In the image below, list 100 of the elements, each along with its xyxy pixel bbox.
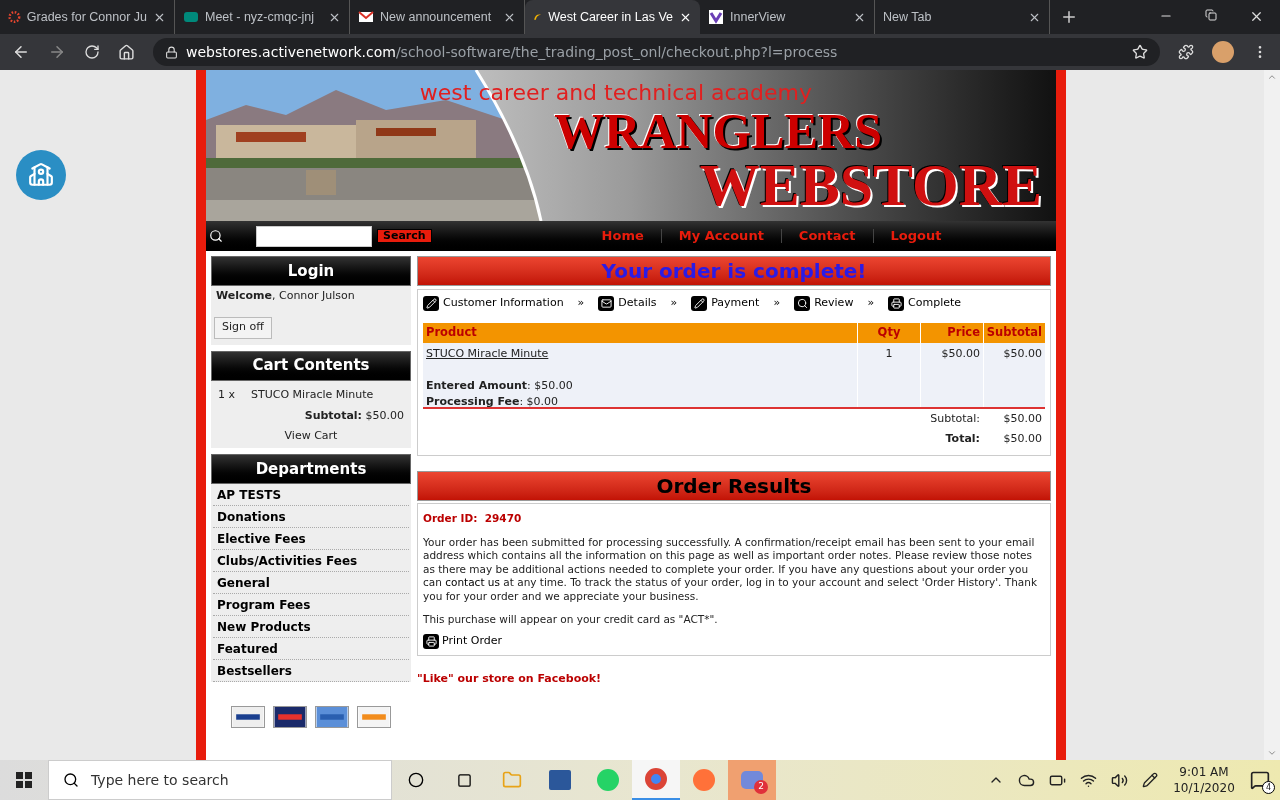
search-icon bbox=[209, 229, 223, 243]
product-link[interactable]: STUCO Miracle Minute bbox=[426, 346, 854, 363]
confirmation-text: Your order has been submitted for processing successfully. A confirmation/receipt email has been sent to your email address which contains all the information on this page as well as important order notes. Please review those notes as there may be additional actions needed to complete your order. If you have any questions about your order you can contact us at any time. To track the status of your order, log in to your account and select 'Order History'. Thank you for your order and we appreciate your business. bbox=[423, 535, 1039, 603]
tab-title: New announcement bbox=[380, 8, 493, 26]
pencil-icon bbox=[691, 295, 708, 311]
url-text: webstores.activenetwork.com/school-software/the_trading_post_onl/checkout.php?l=process bbox=[186, 42, 839, 62]
order-complete-heading: Your order is complete! bbox=[417, 256, 1051, 286]
facebook-link[interactable]: "Like" our store on Facebook! bbox=[417, 670, 1051, 687]
department-link[interactable]: Elective Fees bbox=[213, 528, 409, 550]
tab-title: InnerView bbox=[730, 8, 787, 26]
total-value: $50.00 bbox=[1002, 430, 1043, 447]
checkout-step: Payment bbox=[711, 294, 760, 312]
checkout-step: Customer Information bbox=[443, 294, 564, 312]
app-badge: 2 bbox=[754, 780, 768, 794]
volume-icon[interactable] bbox=[1111, 771, 1128, 789]
department-link[interactable]: General bbox=[213, 572, 409, 594]
total-label: Total: bbox=[944, 430, 981, 447]
product-detail: Processing Fee: $0.00 bbox=[426, 394, 560, 410]
printer-icon bbox=[888, 295, 905, 311]
school-app-icon[interactable] bbox=[16, 150, 66, 200]
search-icon bbox=[794, 295, 811, 311]
table-cell-text: $50.00 bbox=[941, 346, 980, 362]
column-header: Product bbox=[425, 324, 478, 342]
browser-tab[interactable]: West Career in Las Ve bbox=[525, 0, 700, 34]
forward-icon[interactable] bbox=[48, 43, 66, 61]
department-link[interactable]: Program Fees bbox=[213, 594, 409, 616]
order-results-heading: Order Results bbox=[417, 471, 1051, 501]
back-icon[interactable] bbox=[12, 43, 30, 61]
search-button[interactable]: Search bbox=[377, 229, 432, 243]
department-link[interactable]: Clubs/Activities Fees bbox=[213, 550, 409, 572]
welcome-text: Welcome, Connor Julson bbox=[216, 288, 355, 304]
task-view-icon[interactable] bbox=[456, 772, 472, 788]
tab-title: Grades for Connor Ju bbox=[26, 8, 147, 26]
clock-time[interactable]: 9:01 AM bbox=[1179, 764, 1229, 780]
tab-title: West Career in Las Ve bbox=[548, 8, 673, 26]
checkout-step: Review bbox=[814, 294, 854, 312]
video-icon bbox=[183, 9, 199, 25]
school-name: west career and technical academy bbox=[419, 80, 812, 106]
nav-link[interactable]: My Account bbox=[678, 226, 764, 246]
extensions-icon[interactable] bbox=[1178, 44, 1194, 60]
pen-icon[interactable] bbox=[1142, 772, 1158, 788]
printer-icon bbox=[423, 633, 439, 649]
browser-icon[interactable] bbox=[645, 768, 667, 790]
new-tab-icon[interactable] bbox=[1060, 8, 1078, 26]
home-icon[interactable] bbox=[118, 43, 135, 61]
nav-link[interactable]: Contact bbox=[798, 226, 856, 246]
clock-date[interactable]: 10/1/2020 bbox=[1173, 780, 1235, 796]
product-detail: Entered Amount: $50.00 bbox=[426, 377, 574, 394]
contact-link[interactable]: contact us bbox=[445, 576, 500, 588]
department-link[interactable]: Donations bbox=[213, 506, 409, 528]
star-icon[interactable] bbox=[1132, 44, 1148, 60]
taskbar-search-field[interactable]: Type here to search bbox=[48, 760, 392, 800]
total-value: $50.00 bbox=[1002, 410, 1043, 427]
credit-card-note: This purchase will appear on your credit card as "ACT*". bbox=[423, 613, 719, 627]
department-link[interactable]: Featured bbox=[213, 638, 409, 660]
pencil-icon bbox=[423, 295, 439, 311]
mastercard-icon bbox=[273, 706, 307, 728]
nav-link[interactable]: Home bbox=[601, 226, 644, 246]
view-cart-link[interactable]: View Cart bbox=[284, 427, 338, 444]
table-cell-text: $50.00 bbox=[1003, 346, 1042, 362]
store-subtitle: WEBSTORE bbox=[699, 156, 1042, 214]
cart-subtotal: Subtotal: $50.00 bbox=[304, 408, 404, 424]
table-cell-text: 1 bbox=[885, 346, 893, 362]
department-link[interactable]: New Products bbox=[213, 616, 409, 638]
close-icon[interactable] bbox=[1249, 9, 1264, 24]
windows-start-icon[interactable] bbox=[16, 772, 32, 788]
discover-card-icon bbox=[357, 706, 391, 728]
lock-icon bbox=[165, 45, 178, 59]
box-header: Departments bbox=[211, 454, 411, 484]
step-separator: » bbox=[867, 294, 875, 311]
mail-icon bbox=[598, 295, 615, 311]
visa-card-icon bbox=[231, 706, 265, 728]
notifications-icon[interactable] bbox=[1250, 770, 1270, 790]
checkout-step: Details bbox=[618, 294, 657, 312]
restore-icon[interactable] bbox=[1205, 9, 1217, 21]
tab-title: Meet - nyz-cmqc-jnj bbox=[205, 8, 316, 26]
search-field[interactable] bbox=[256, 225, 372, 247]
department-link[interactable]: Bestsellers bbox=[213, 660, 409, 682]
cart-item: STUCO Miracle Minute bbox=[251, 386, 374, 403]
step-separator: » bbox=[577, 294, 585, 311]
amex-card-icon bbox=[315, 706, 349, 728]
store-title: WRANGLERS bbox=[554, 106, 882, 156]
checkout-step: Complete bbox=[908, 294, 962, 312]
reload-icon[interactable] bbox=[84, 44, 100, 60]
sign-off-button[interactable]: Sign off bbox=[214, 316, 272, 339]
total-label: Subtotal: bbox=[929, 410, 981, 427]
box-header: Login bbox=[211, 256, 411, 286]
address-field[interactable]: webstores.activenetwork.com/school-software/the_trading_post_onl/checkout.php?l=process bbox=[153, 38, 1160, 66]
nav-link[interactable]: Logout bbox=[890, 226, 942, 246]
notification-count: 4 bbox=[1262, 781, 1275, 794]
mail-icon bbox=[358, 9, 374, 25]
box-header: Cart Contents bbox=[211, 350, 411, 381]
search-icon bbox=[63, 772, 79, 788]
print-order-button[interactable]: Print Order bbox=[423, 633, 1045, 649]
avatar-icon[interactable] bbox=[1212, 41, 1234, 63]
cart-qty: 1 x bbox=[218, 386, 235, 403]
tab-title: New Tab bbox=[883, 8, 933, 26]
department-link[interactable]: AP TESTS bbox=[213, 484, 409, 506]
search-placeholder: Type here to search bbox=[91, 770, 229, 790]
cortana-icon[interactable] bbox=[408, 772, 424, 788]
